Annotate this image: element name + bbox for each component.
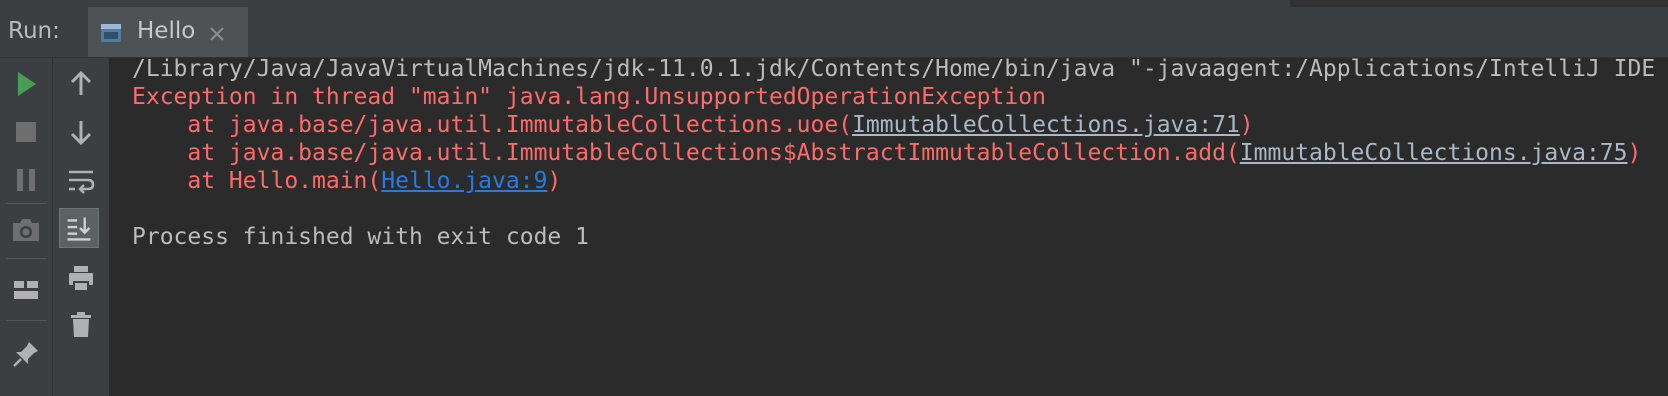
soft-wrap-icon[interactable] (61, 160, 101, 200)
trash-icon[interactable] (61, 304, 101, 344)
source-link[interactable]: Hello.java:9 (381, 168, 547, 194)
separator (6, 258, 46, 259)
rerun-icon[interactable] (6, 64, 46, 104)
close-icon[interactable] (205, 22, 229, 46)
print-icon[interactable] (61, 258, 101, 298)
console-command-line: /Library/Java/JavaVirtualMachines/jdk-11… (132, 56, 1656, 82)
run-label: Run: (8, 18, 60, 44)
application-config-icon (101, 24, 121, 42)
stack-trace-suffix: ) (547, 168, 562, 194)
scroll-to-end-toggle[interactable] (59, 208, 99, 248)
scroll-to-end-icon (67, 217, 91, 241)
stack-trace-suffix: ) (1239, 112, 1254, 138)
stack-trace-text: at Hello.main( (132, 168, 382, 194)
stack-trace-line: at Hello.main(Hello.java:9) (132, 167, 561, 195)
stack-trace-line: at java.base/java.util.ImmutableCollecti… (132, 139, 1641, 167)
exception-line: Exception in thread "main" java.lang.Uns… (132, 84, 1046, 110)
source-link[interactable]: ImmutableCollections.java:71 (852, 112, 1240, 138)
stack-trace-text: at java.base/java.util.ImmutableCollecti… (132, 112, 853, 138)
run-actions-toolbar (0, 58, 53, 396)
pin-icon[interactable] (6, 334, 46, 374)
process-exit-line: Process finished with exit code 1 (132, 224, 589, 250)
down-arrow-icon[interactable] (61, 112, 101, 152)
tab-label: Hello (137, 18, 196, 44)
separator (6, 320, 46, 321)
console-output[interactable]: /Library/Java/JavaVirtualMachines/jdk-11… (110, 56, 1668, 396)
up-arrow-icon[interactable] (61, 64, 101, 104)
stack-trace-line: at java.base/java.util.ImmutableCollecti… (132, 111, 1254, 139)
stack-trace-suffix: ) (1627, 140, 1642, 166)
stop-icon[interactable] (6, 112, 46, 152)
layout-icon[interactable] (6, 270, 46, 310)
stack-trace-text: at java.base/java.util.ImmutableCollecti… (132, 140, 1240, 166)
pause-icon[interactable] (6, 160, 46, 200)
screenshot-icon[interactable] (6, 210, 46, 250)
run-tool-window-header: Run: Hello (0, 7, 1668, 58)
tab-hello[interactable]: Hello (88, 7, 248, 57)
window-top-edge-accent (0, 0, 1290, 7)
console-actions-toolbar (53, 58, 110, 396)
source-link[interactable]: ImmutableCollections.java:75 (1240, 140, 1628, 166)
window-top-edge (0, 0, 1668, 7)
separator (6, 203, 46, 204)
